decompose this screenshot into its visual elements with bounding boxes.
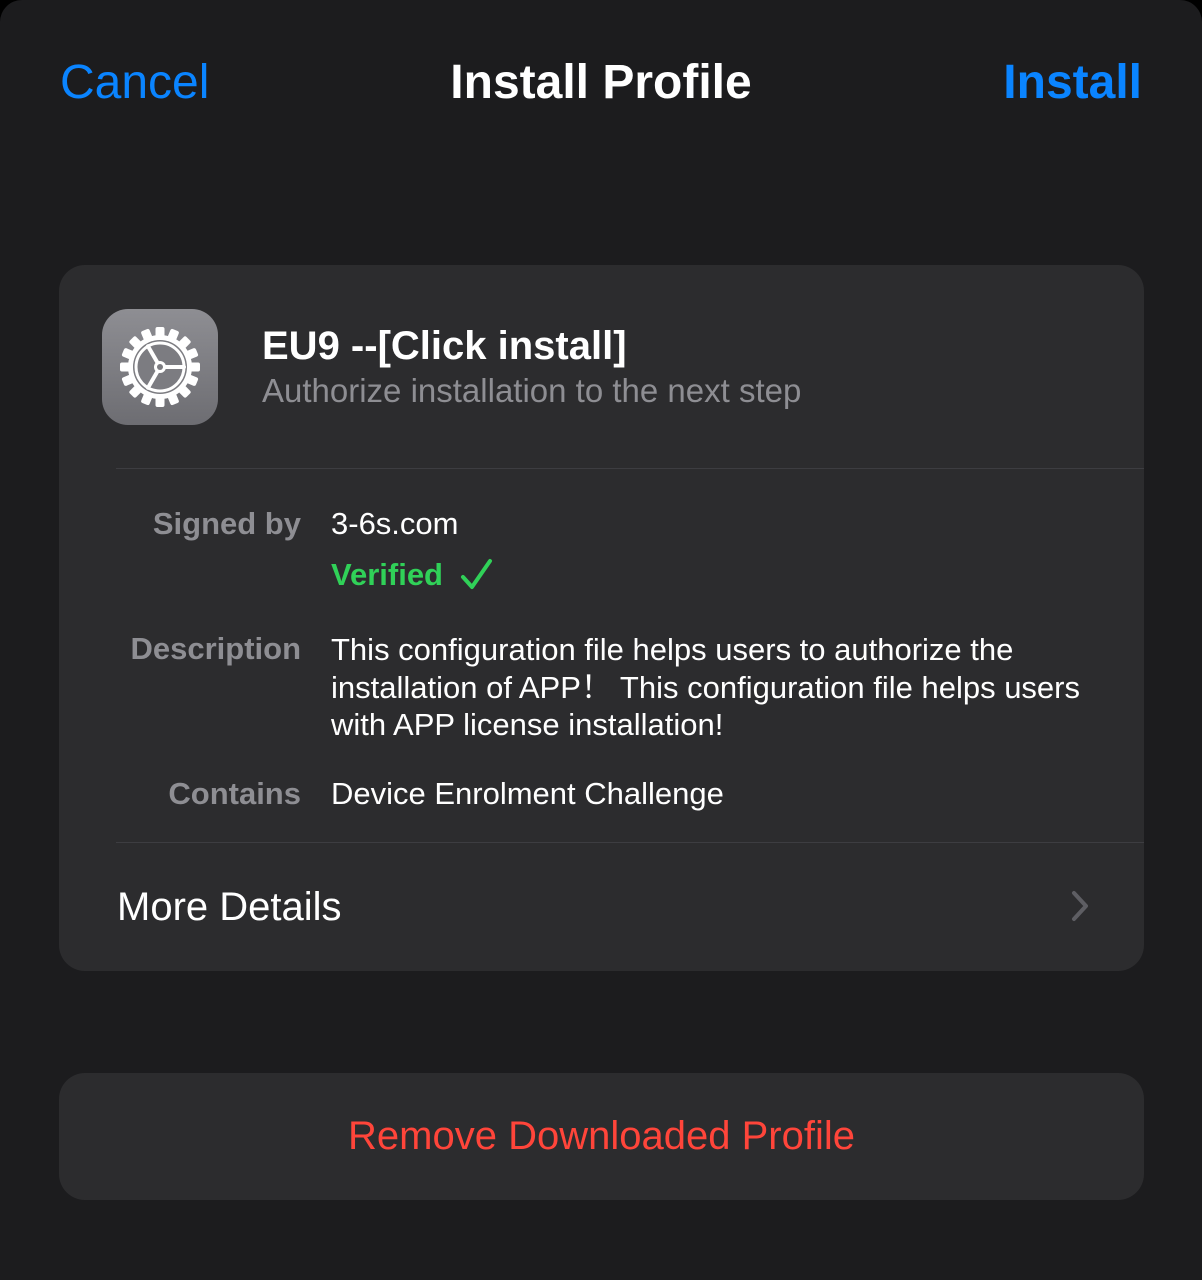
signed-by-label: Signed by [152,506,301,541]
profile-name: EU9 --[Click install] [262,324,627,368]
install-button[interactable]: Install [1003,56,1142,110]
profile-card: EU9 --[Click install] Authorize installa… [59,265,1144,971]
contains-label: Contains [168,776,301,811]
remove-downloaded-profile-button[interactable]: Remove Downloaded Profile [59,1073,1144,1200]
signed-by-value: 3-6s.com [331,506,459,541]
verified-label: Verified [331,557,443,592]
more-details-label: More Details [117,885,342,929]
description-value: This configuration file helps users to a… [331,632,1080,742]
checkmark-icon [461,559,492,589]
chevron-right-icon [1072,891,1088,921]
profile-subtitle: Authorize installation to the next step [262,372,802,409]
install-profile-sheet: Cancel Install Profile Install EU9 --[Cl… [0,0,1202,1280]
description-label: Description [130,631,301,666]
more-details-row[interactable]: More Details [59,843,1144,971]
divider [116,468,1144,469]
settings-gear-icon [102,309,218,425]
verified-status: Verified [331,555,495,595]
remove-profile-label: Remove Downloaded Profile [348,1114,855,1158]
contains-value: Device Enrolment Challenge [331,776,724,811]
